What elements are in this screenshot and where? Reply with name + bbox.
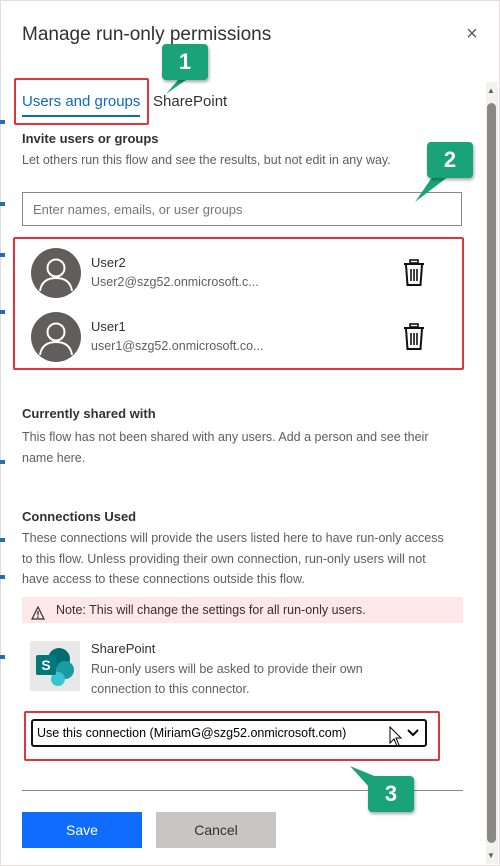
highlight-box-users bbox=[13, 237, 464, 370]
scrollbar-thumb[interactable] bbox=[487, 103, 496, 843]
annotation-badge-1: 1 bbox=[162, 44, 208, 80]
shared-text-line: name here. bbox=[22, 451, 86, 465]
connector-name: SharePoint bbox=[91, 641, 156, 656]
connections-text-line: These connections will provide the users… bbox=[22, 531, 444, 545]
save-button[interactable]: Save bbox=[22, 812, 142, 848]
background-page-strip bbox=[0, 0, 6, 866]
invite-heading: Invite users or groups bbox=[22, 131, 159, 146]
highlight-box-connection bbox=[24, 711, 440, 761]
sharepoint-icon: S bbox=[30, 641, 80, 691]
highlight-box-tab bbox=[14, 78, 149, 125]
dialog-title: Manage run-only permissions bbox=[22, 24, 272, 45]
callout-3: 3 bbox=[340, 760, 415, 815]
scroll-up-icon[interactable]: ▲ bbox=[487, 86, 495, 95]
shared-heading: Currently shared with bbox=[22, 406, 156, 421]
scroll-down-icon[interactable]: ▼ bbox=[487, 851, 495, 860]
cancel-button[interactable]: Cancel bbox=[156, 812, 276, 848]
connector-description: connection to this connector. bbox=[91, 682, 250, 696]
callout-2: 2 bbox=[405, 140, 475, 210]
connections-text-line: have access to these connections outside… bbox=[22, 572, 305, 586]
connections-text-line: to this flow. Unless providing their own… bbox=[22, 552, 426, 566]
shared-text-line: This flow has not been shared with any u… bbox=[22, 430, 429, 444]
connector-description: Run-only users will be asked to provide … bbox=[91, 662, 363, 676]
connections-heading: Connections Used bbox=[22, 509, 137, 524]
warning-text: Note: This will change the settings for … bbox=[56, 603, 366, 617]
invite-description: Let others run this flow and see the res… bbox=[22, 153, 391, 167]
annotation-badge-2: 2 bbox=[427, 142, 473, 178]
callout-1: 1 bbox=[160, 44, 212, 112]
annotation-badge-3: 3 bbox=[368, 776, 414, 812]
close-icon[interactable]: × bbox=[460, 22, 484, 46]
warning-icon bbox=[31, 603, 45, 620]
svg-text:S: S bbox=[41, 657, 50, 673]
invite-input[interactable] bbox=[22, 192, 462, 226]
warning-banner: Note: This will change the settings for … bbox=[22, 597, 463, 623]
